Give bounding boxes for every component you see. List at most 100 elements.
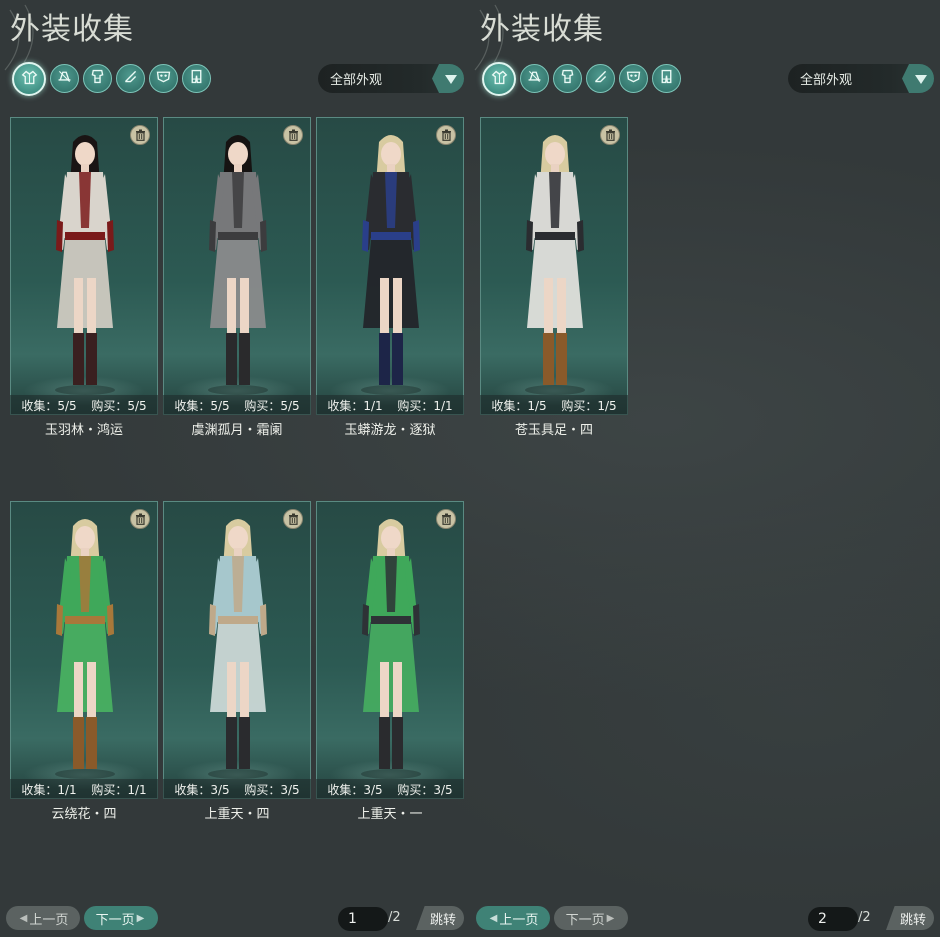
page-total: /2 — [858, 910, 871, 925]
delete-button[interactable] — [283, 125, 303, 145]
pants-icon — [188, 68, 205, 89]
chevron-right-icon: ▶ — [606, 912, 615, 924]
collection-panel-page-1: 外装收集 全部外观 收集：5/5 购买：5/5 玉羽林・鸿运 收集：5/5 购买… — [0, 0, 470, 937]
jump-button[interactable]: 跳转 — [416, 906, 464, 930]
shoe-icon — [122, 68, 139, 89]
category-tab-top-icon[interactable] — [83, 64, 112, 93]
outfit-name: 玉蟒游龙・逐狱 — [344, 423, 436, 438]
category-tab-hat-icon[interactable] — [520, 64, 549, 93]
outfit-name: 玉羽林・鸿运 — [44, 423, 123, 438]
page-number-input[interactable]: 1 — [338, 907, 388, 931]
mask-icon — [625, 68, 642, 89]
delete-button[interactable] — [436, 125, 456, 145]
filter-label: 全部外观 — [330, 73, 383, 88]
character-figure — [55, 135, 115, 395]
delete-button[interactable] — [130, 125, 150, 145]
outfit-preview — [316, 501, 464, 799]
category-tab-clothing-icon[interactable] — [12, 62, 46, 96]
buy-count: 购买：3/5 — [244, 782, 300, 797]
outfit-preview — [163, 117, 311, 415]
page-title: 外装收集 — [480, 12, 604, 47]
outfit-stats: 收集：5/5 购买：5/5 — [10, 395, 158, 415]
top-icon — [559, 68, 576, 89]
outfit-card[interactable]: 收集：5/5 购买：5/5 虞渊孤月・霜阑 — [163, 117, 311, 438]
chevron-down-icon — [902, 64, 934, 93]
page-total: /2 — [388, 910, 401, 925]
character-figure — [361, 519, 421, 779]
collect-count: 收集：3/5 — [327, 782, 383, 797]
trash-icon — [441, 126, 452, 145]
collect-count: 收集：5/5 — [21, 398, 77, 413]
category-tab-mask-icon[interactable] — [619, 64, 648, 93]
shoe-icon — [592, 68, 609, 89]
outfit-preview — [10, 117, 158, 415]
collect-count: 收集：3/5 — [174, 782, 230, 797]
mask-icon — [155, 68, 172, 89]
page-title: 外装收集 — [10, 12, 134, 47]
character-figure — [525, 135, 585, 395]
next-page-label: 下一页 — [565, 912, 605, 928]
outfit-preview — [316, 117, 464, 415]
next-page-button[interactable]: 下一页 ▶ — [554, 906, 628, 930]
outfit-card[interactable]: 收集：1/1 购买：1/1 云绕花・四 — [10, 501, 158, 822]
outfit-stats: 收集：3/5 购买：3/5 — [316, 779, 464, 799]
filter-label: 全部外观 — [800, 73, 853, 88]
buy-count: 购买：5/5 — [244, 398, 300, 413]
category-tab-top-icon[interactable] — [553, 64, 582, 93]
outfit-card[interactable]: 收集：3/5 购买：3/5 上重天・四 — [163, 501, 311, 822]
delete-button[interactable] — [130, 509, 150, 529]
outfit-name: 上重天・四 — [204, 807, 270, 822]
character-figure — [208, 135, 268, 395]
prev-page-label: 上一页 — [29, 912, 69, 928]
jump-button[interactable]: 跳转 — [886, 906, 934, 930]
outfit-preview — [163, 501, 311, 799]
outfit-card[interactable]: 收集：1/1 购买：1/1 玉蟒游龙・逐狱 — [316, 117, 464, 438]
category-tab-shoe-icon[interactable] — [586, 64, 615, 93]
outfit-card[interactable]: 收集：1/5 购买：1/5 苍玉具足・四 — [480, 117, 628, 438]
collection-panel-page-2: 外装收集 全部外观 收集：1/5 购买：1/5 苍玉具足・四 ◀ 上一页 下一页 ▶ 2/… — [470, 0, 940, 937]
trash-icon — [135, 126, 146, 145]
buy-count: 购买：3/5 — [397, 782, 453, 797]
clothing-icon — [491, 69, 508, 90]
trash-icon — [441, 510, 452, 529]
clothing-icon — [21, 69, 38, 90]
trash-icon — [288, 510, 299, 529]
prev-page-button[interactable]: ◀ 上一页 — [476, 906, 550, 930]
category-tab-hat-icon[interactable] — [50, 64, 79, 93]
category-tab-clothing-icon[interactable] — [482, 62, 516, 96]
character-figure — [361, 135, 421, 395]
delete-button[interactable] — [283, 509, 303, 529]
outfit-stats: 收集：5/5 购买：5/5 — [163, 395, 311, 415]
prev-page-label: 上一页 — [499, 912, 539, 928]
collect-count: 收集：1/1 — [21, 782, 77, 797]
outfit-card[interactable]: 收集：3/5 购买：3/5 上重天・一 — [316, 501, 464, 822]
appearance-filter-dropdown[interactable]: 全部外观 — [318, 64, 464, 93]
next-page-label: 下一页 — [95, 912, 135, 928]
outfit-stats: 收集：1/1 购买：1/1 — [10, 779, 158, 799]
page-number-input[interactable]: 2 — [808, 907, 858, 931]
hat-icon — [526, 68, 543, 89]
category-tab-pants-icon[interactable] — [652, 64, 681, 93]
delete-button[interactable] — [600, 125, 620, 145]
appearance-filter-dropdown[interactable]: 全部外观 — [788, 64, 934, 93]
outfit-card[interactable]: 收集：5/5 购买：5/5 玉羽林・鸿运 — [10, 117, 158, 438]
category-tabs — [482, 62, 681, 96]
outfit-name: 虞渊孤月・霜阑 — [191, 423, 283, 438]
collect-count: 收集：5/5 — [174, 398, 230, 413]
outfit-name: 苍玉具足・四 — [514, 423, 593, 438]
outfit-name: 上重天・一 — [357, 807, 423, 822]
outfit-preview — [10, 501, 158, 799]
chevron-left-icon: ◀ — [489, 912, 498, 924]
category-tab-mask-icon[interactable] — [149, 64, 178, 93]
top-icon — [89, 68, 106, 89]
outfit-stats: 收集：3/5 购买：3/5 — [163, 779, 311, 799]
pants-icon — [658, 68, 675, 89]
next-page-button[interactable]: 下一页 ▶ — [84, 906, 158, 930]
prev-page-button[interactable]: ◀ 上一页 — [6, 906, 80, 930]
category-tab-shoe-icon[interactable] — [116, 64, 145, 93]
delete-button[interactable] — [436, 509, 456, 529]
collect-count: 收集：1/5 — [491, 398, 547, 413]
buy-count: 购买：5/5 — [91, 398, 147, 413]
category-tab-pants-icon[interactable] — [182, 64, 211, 93]
category-tabs — [12, 62, 211, 96]
